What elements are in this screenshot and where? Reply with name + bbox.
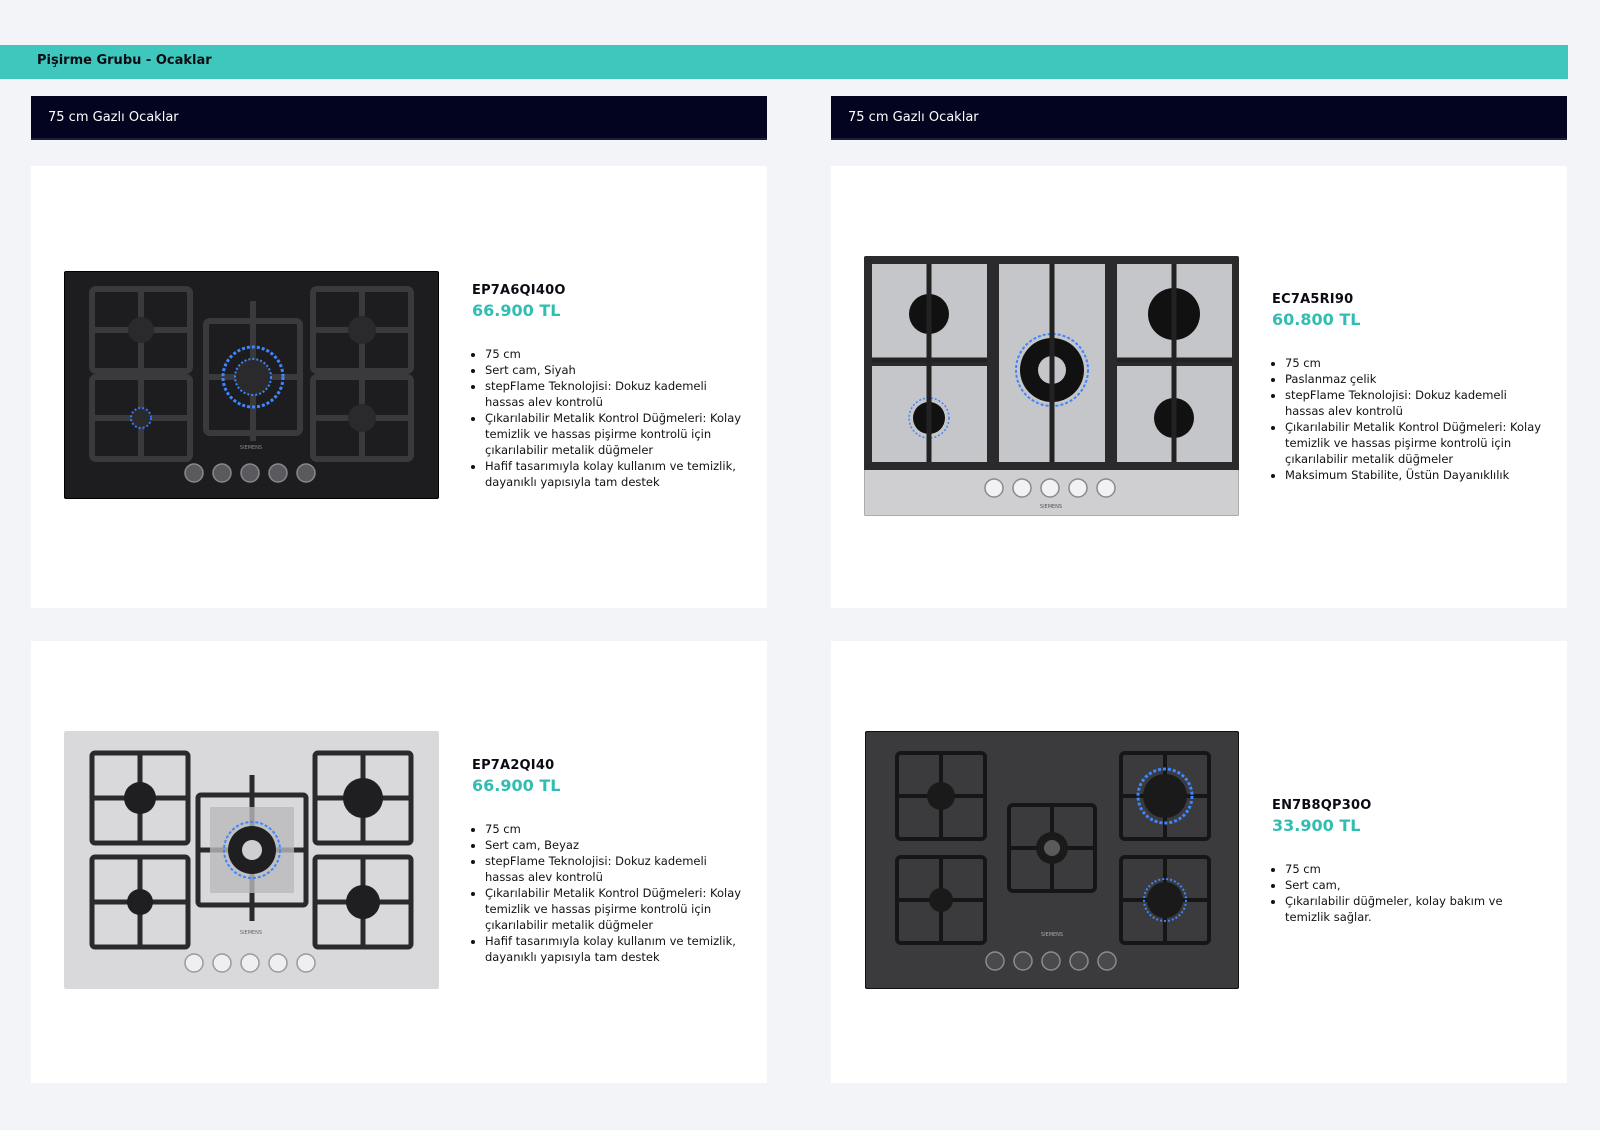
product-model: EP7A2QI40 [472,758,555,773]
hob-illustration: SIEMENS [865,731,1239,989]
product-image-stainless-hob: SIEMENS [864,256,1239,516]
feature-item: 75 cm [485,346,742,362]
brand-logo: SIEMENS [240,930,262,936]
feature-item: Paslanmaz çelik [1285,371,1542,387]
feature-list: 75 cm Sert cam, Siyah stepFlame Teknoloj… [472,346,742,490]
brand-logo: SIEMENS [240,445,262,451]
feature-item: Hafif tasarımıyla kolay kullanım ve temi… [485,458,742,490]
feature-item: Çıkarılabilir Metalik Kontrol Düğmeleri:… [1285,419,1542,467]
product-model: EP7A6QI40O [472,283,566,298]
feature-item: stepFlame Teknolojisi: Dokuz kademeli ha… [485,378,742,410]
section-banner: Pişirme Grubu - Ocaklar [0,45,1568,79]
column-header-right: 75 cm Gazlı Ocaklar [831,96,1567,140]
feature-item: Çıkarılabilir Metalik Kontrol Düğmeleri:… [485,410,742,458]
product-image-white-glass-hob: SIEMENS [64,731,439,989]
product-info: EP7A2QI40 66.900 TL 75 cm Sert cam, Beya… [472,758,742,965]
feature-item: Çıkarılabilir düğmeler, kolay bakım ve t… [1285,893,1542,925]
feature-item: stepFlame Teknolojisi: Dokuz kademeli ha… [485,853,742,885]
feature-item: 75 cm [485,821,742,837]
product-card: SIEMENS EP7A6QI40O 66.900 TL 75 cm Sert … [31,166,767,608]
hob-illustration: SIEMENS [64,271,439,499]
feature-list: 75 cm Paslanmaz çelik stepFlame Teknoloj… [1272,355,1542,483]
feature-item: Sert cam, Beyaz [485,837,742,853]
product-card: SIEMENS EC7A5RI90 60.800 TL 75 cm Paslan… [831,166,1567,608]
brand-logo: SIEMENS [1041,932,1063,938]
product-model: EN7B8QP30O [1272,798,1372,813]
column-header-title: 75 cm Gazlı Ocaklar [848,110,979,125]
column-header-left: 75 cm Gazlı Ocaklar [31,96,767,140]
product-image-black-glass-hob: SIEMENS [64,271,439,499]
product-price: 33.900 TL [1272,816,1361,835]
section-title: Pişirme Grubu - Ocaklar [37,53,212,68]
product-info: EP7A6QI40O 66.900 TL 75 cm Sert cam, Siy… [472,283,742,490]
feature-item: Sert cam, Siyah [485,362,742,378]
hob-illustration: SIEMENS [864,256,1239,516]
feature-item: 75 cm [1285,861,1542,877]
feature-item: Hafif tasarımıyla kolay kullanım ve temi… [485,933,742,965]
feature-list: 75 cm Sert cam, Çıkarılabilir düğmeler, … [1272,861,1542,925]
product-price: 60.800 TL [1272,310,1361,329]
feature-item: stepFlame Teknolojisi: Dokuz kademeli ha… [1285,387,1542,419]
feature-item: Çıkarılabilir Metalik Kontrol Düğmeleri:… [485,885,742,933]
product-card: SIEMENS EN7B8QP30O 33.900 TL 75 cm Sert … [831,641,1567,1083]
product-info: EN7B8QP30O 33.900 TL 75 cm Sert cam, Çık… [1272,798,1542,925]
product-price: 66.900 TL [472,776,561,795]
product-price: 66.900 TL [472,301,561,320]
feature-list: 75 cm Sert cam, Beyaz stepFlame Teknoloj… [472,821,742,965]
feature-item: Maksimum Stabilite, Üstün Dayanıklılık [1285,467,1542,483]
hob-illustration: SIEMENS [64,731,439,989]
product-info: EC7A5RI90 60.800 TL 75 cm Paslanmaz çeli… [1272,292,1542,483]
feature-item: 75 cm [1285,355,1542,371]
product-image-dark-glass-hob: SIEMENS [865,731,1239,989]
product-card: SIEMENS EP7A2QI40 66.900 TL 75 cm Sert c… [31,641,767,1083]
feature-item: Sert cam, [1285,877,1542,893]
product-model: EC7A5RI90 [1272,292,1354,307]
brand-logo: SIEMENS [1040,504,1062,510]
column-header-title: 75 cm Gazlı Ocaklar [48,110,179,125]
